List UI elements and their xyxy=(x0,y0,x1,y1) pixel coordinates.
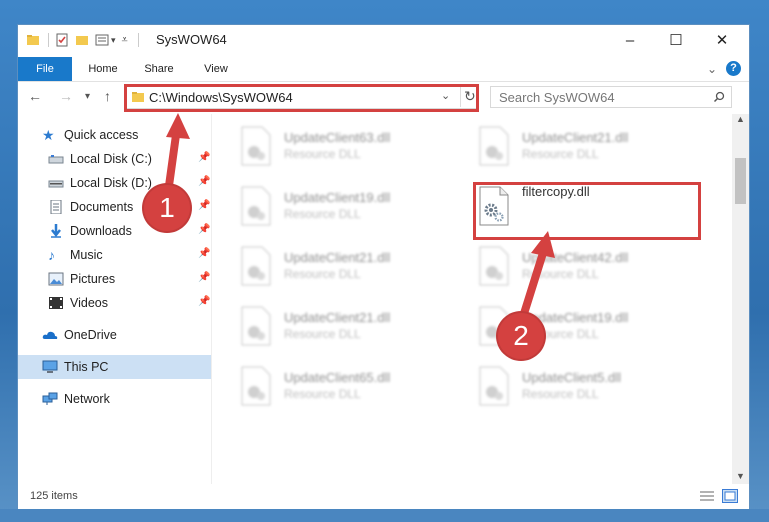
explorer-window: ▾ ⩡ SysWOW64 – ☐ ✕ File Home Share View … xyxy=(17,24,750,510)
arrow-2-icon xyxy=(518,249,547,324)
callout-2: 2 xyxy=(498,313,544,359)
arrow-1-head-icon xyxy=(166,113,190,139)
annotation-arrows xyxy=(164,113,555,324)
desktop-strip xyxy=(0,509,769,522)
arrow-2-head-icon xyxy=(531,231,555,258)
callout-1: 1 xyxy=(144,185,190,231)
